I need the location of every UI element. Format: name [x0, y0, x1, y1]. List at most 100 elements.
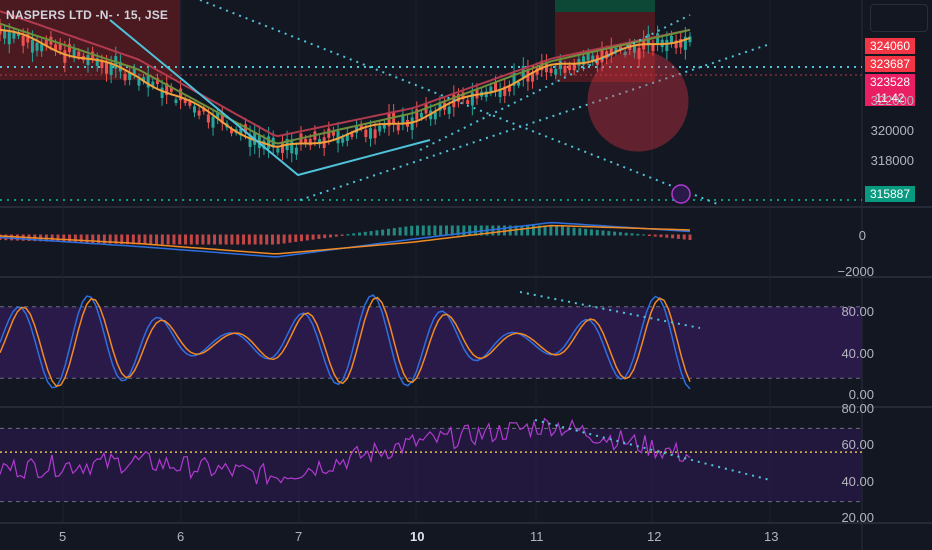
macd-histogram-bar — [253, 234, 257, 245]
candle-body — [373, 129, 377, 139]
stoch-zone — [0, 306, 862, 379]
time-axis-tick: 11 — [530, 529, 544, 544]
macd-histogram-bar — [497, 225, 501, 236]
macd-histogram-bar — [607, 231, 611, 236]
macd-histogram-bar — [329, 234, 333, 238]
candle-body — [433, 112, 437, 120]
candle-body — [669, 35, 673, 43]
macd-histogram-bar — [584, 228, 588, 236]
candle-body — [86, 55, 90, 66]
price-axis-tick: 318000 — [870, 153, 914, 168]
macd-histogram-bar — [676, 234, 680, 239]
time-axis-tick: 12 — [647, 529, 662, 544]
macd-histogram-bar — [415, 225, 419, 236]
candle-body — [146, 75, 150, 88]
candle-body — [137, 78, 141, 86]
macd-histogram-bar — [468, 225, 472, 236]
candle-body — [665, 39, 669, 52]
macd-histogram-bar — [549, 225, 553, 236]
candle-body — [549, 68, 553, 73]
chart-stage: NASPERS LTD -N- · 15, JSE 324060 323687 … — [0, 0, 932, 550]
macd-histogram-bar — [682, 234, 686, 240]
macd-histogram-bar — [334, 234, 338, 237]
macd-histogram-bar — [566, 227, 570, 236]
candle-body — [294, 147, 298, 155]
macd-axis-tick: 0 — [858, 228, 866, 243]
candle-body — [517, 82, 521, 86]
macd-histogram-bar — [555, 225, 559, 236]
macd-histogram-bar — [688, 234, 692, 240]
candle-body — [7, 32, 11, 45]
macd-histogram-bar — [404, 226, 408, 236]
price-tag-low: 315887 — [865, 186, 915, 202]
macd-histogram-bar — [178, 234, 182, 245]
macd-histogram-bar — [352, 233, 356, 236]
candle-body — [21, 35, 25, 46]
price-tag-last-high: 323687 — [865, 56, 915, 72]
macd-histogram-bar — [282, 234, 286, 244]
macd-histogram-bar — [613, 231, 617, 236]
macd-histogram-bar — [386, 228, 390, 236]
macd-histogram-bar — [143, 234, 147, 245]
macd-histogram-bar — [218, 234, 222, 245]
candle-body — [192, 106, 196, 113]
macd-histogram-bar — [160, 234, 164, 245]
time-axis-tick: 13 — [764, 529, 779, 544]
macd-histogram-bar — [398, 227, 402, 236]
candle-body — [3, 30, 7, 39]
macd-histogram-bar — [73, 234, 77, 243]
stoch-axis-tick: 40.00 — [841, 346, 874, 361]
macd-histogram-bar — [572, 227, 576, 236]
candle-body — [160, 87, 164, 99]
candle-body — [63, 50, 67, 63]
candle-body — [276, 148, 280, 153]
macd-histogram-bar — [236, 234, 240, 245]
macd-histogram-bar — [369, 231, 373, 236]
rsi-axis-tick: 20.00 — [841, 510, 874, 525]
macd-histogram-bar — [439, 225, 443, 236]
stoch-axis-tick: 0.00 — [848, 387, 874, 402]
macd-histogram-bar — [421, 225, 425, 236]
scroll-button[interactable] — [870, 4, 928, 32]
candle-body — [572, 63, 576, 71]
candle-body — [12, 32, 16, 39]
macd-histogram-bar — [276, 234, 280, 245]
candle-body — [77, 51, 81, 57]
candle-body — [211, 116, 215, 128]
candle-body — [466, 100, 470, 104]
candle-body — [563, 65, 567, 73]
macd-histogram-bar — [589, 229, 593, 236]
macd-histogram-bar — [207, 234, 211, 245]
macd-histogram-bar — [172, 234, 176, 245]
macd-histogram-bar — [624, 232, 628, 236]
macd-histogram-bar — [601, 230, 605, 236]
candle-body — [109, 64, 113, 75]
candle-body — [586, 53, 590, 61]
macd-histogram-bar — [230, 234, 234, 245]
candle-body — [378, 125, 382, 132]
macd-histogram-bar — [79, 234, 83, 243]
macd-histogram-bar — [671, 234, 675, 239]
macd-histogram-bar — [155, 234, 159, 245]
macd-histogram-bar — [653, 234, 657, 237]
candle-body — [105, 63, 109, 74]
macd-histogram-bar — [363, 231, 367, 236]
rsi-axis-tick: 60.00 — [841, 437, 874, 452]
macd-histogram-bar — [317, 234, 321, 239]
macd-axis-tick: −2000 — [837, 264, 874, 279]
macd-histogram-bar — [300, 234, 304, 242]
candle-body — [410, 117, 414, 130]
macd-histogram-bar — [444, 225, 448, 236]
macd-histogram-bar — [595, 229, 599, 236]
chart-svg[interactable] — [0, 0, 932, 550]
macd-histogram-bar — [68, 234, 72, 243]
candle-body — [558, 60, 562, 70]
candle-body — [554, 68, 558, 75]
macd-histogram-bar — [630, 233, 634, 236]
macd-histogram-bar — [189, 234, 193, 245]
macd-histogram-bar — [242, 234, 246, 245]
macd-histogram-bar — [618, 232, 622, 236]
macd-histogram-bar — [560, 226, 564, 236]
time-axis-tick: 5 — [59, 529, 67, 544]
macd-histogram-bar — [288, 234, 292, 243]
